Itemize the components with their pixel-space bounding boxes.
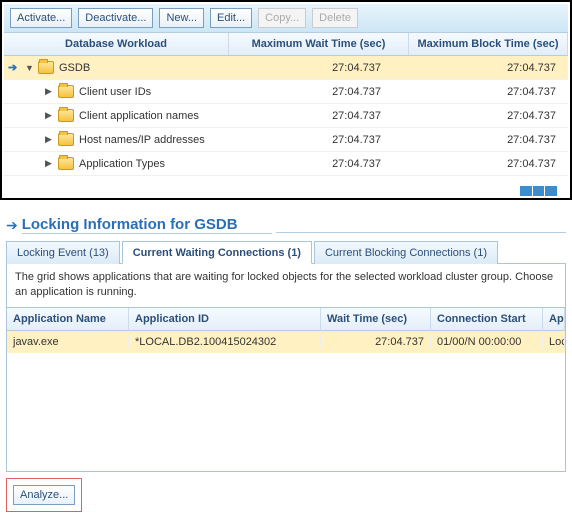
table-row[interactable]: javav.exe *LOCAL.DB2.100415024302 27:04.…: [7, 331, 565, 353]
tree-node-label: Client application names: [77, 110, 199, 122]
cell-block: 27:04.737: [409, 158, 568, 170]
cell-more: Lock: [543, 336, 565, 348]
cell-block: 27:04.737: [409, 110, 568, 122]
analyze-button[interactable]: Analyze...: [13, 485, 75, 505]
col-header-name[interactable]: Database Workload: [4, 33, 229, 55]
tree-row[interactable]: ▶ Client user IDs 27:04.737 27:04.737: [4, 80, 568, 104]
col-header-wait-time[interactable]: Wait Time (sec): [321, 308, 431, 331]
cell-app-id: *LOCAL.DB2.100415024302: [129, 336, 321, 348]
tree-expand-icon[interactable]: ▶: [45, 86, 55, 97]
tree-expand-icon[interactable]: ▶: [45, 110, 55, 121]
cell-wait-time: 27:04.737: [321, 336, 431, 348]
tree-expand-icon[interactable]: ▶: [45, 158, 55, 169]
col-header-wait[interactable]: Maximum Wait Time (sec): [229, 33, 409, 55]
tab-current-blocking[interactable]: Current Blocking Connections (1): [314, 241, 498, 264]
folder-icon: [38, 61, 54, 74]
tree-node-label: GSDB: [57, 62, 90, 74]
delete-button: Delete: [312, 8, 358, 28]
current-row-indicator-icon: ➔: [8, 61, 22, 74]
folder-icon: [58, 157, 74, 170]
col-header-app-id[interactable]: Application ID: [129, 308, 321, 331]
tree-row[interactable]: ▶ Application Types 27:04.737 27:04.737: [4, 152, 568, 176]
new-button[interactable]: New...: [159, 8, 204, 28]
cell-app-name: javav.exe: [7, 336, 129, 348]
cell-wait: 27:04.737: [229, 110, 409, 122]
tree-expand-icon[interactable]: ▶: [45, 134, 55, 145]
pane-toggle-icon[interactable]: [520, 186, 558, 196]
edit-button[interactable]: Edit...: [210, 8, 252, 28]
col-header-more[interactable]: App: [543, 308, 565, 331]
deactivate-button[interactable]: Deactivate...: [78, 8, 153, 28]
cell-block: 27:04.737: [409, 62, 568, 74]
connections-grid: Application Name Application ID Wait Tim…: [6, 308, 566, 472]
tree-node-label: Client user IDs: [77, 86, 151, 98]
cell-wait: 27:04.737: [229, 134, 409, 146]
pane-title: Locking Information for GSDB: [22, 216, 272, 234]
tree-row[interactable]: ▶ Host names/IP addresses 27:04.737 27:0…: [4, 128, 568, 152]
activate-button[interactable]: Activate...: [10, 8, 72, 28]
workload-grid-header: Database Workload Maximum Wait Time (sec…: [4, 32, 568, 56]
copy-button: Copy...: [258, 8, 306, 28]
col-header-app-name[interactable]: Application Name: [7, 308, 129, 331]
tab-locking-event[interactable]: Locking Event (13): [6, 241, 120, 264]
folder-icon: [58, 85, 74, 98]
folder-icon: [58, 109, 74, 122]
tree-node-label: Host names/IP addresses: [77, 134, 205, 146]
toolbar: Activate... Deactivate... New... Edit...…: [4, 4, 568, 32]
cell-conn-start: 01/00/N 00:00:00: [431, 336, 543, 348]
cell-wait: 27:04.737: [229, 62, 409, 74]
tree-row-root[interactable]: ➔ ▼ GSDB 27:04.737 27:04.737: [4, 56, 568, 80]
section-arrow-icon: ➔: [6, 217, 18, 234]
cell-block: 27:04.737: [409, 86, 568, 98]
tree-row[interactable]: ▶ Client application names 27:04.737 27:…: [4, 104, 568, 128]
cell-wait: 27:04.737: [229, 158, 409, 170]
tab-description: The grid shows applications that are wai…: [6, 264, 566, 308]
tabs-bar: Locking Event (13) Current Waiting Conne…: [6, 240, 566, 264]
folder-icon: [58, 133, 74, 146]
cell-block: 27:04.737: [409, 134, 568, 146]
analyze-highlight: Analyze...: [6, 478, 82, 512]
col-header-conn-start[interactable]: Connection Start: [431, 308, 543, 331]
tab-current-waiting[interactable]: Current Waiting Connections (1): [122, 241, 312, 264]
cell-wait: 27:04.737: [229, 86, 409, 98]
tree-collapse-icon[interactable]: ▼: [25, 63, 35, 73]
col-header-block[interactable]: Maximum Block Time (sec): [409, 33, 568, 55]
tree-node-label: Application Types: [77, 158, 165, 170]
